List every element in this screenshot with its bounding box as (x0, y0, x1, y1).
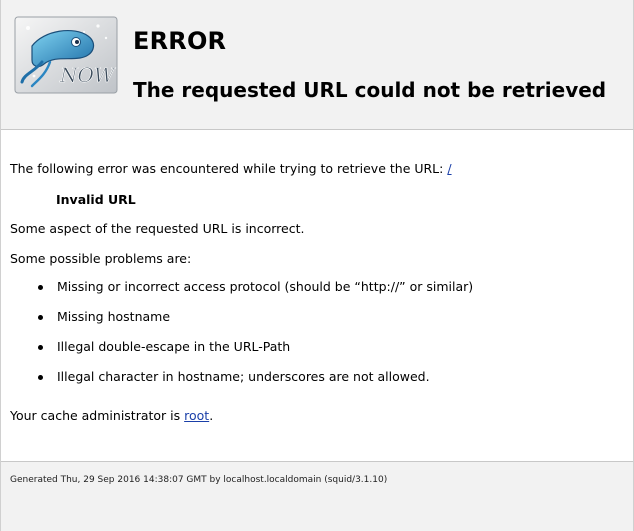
intro-text: The following error was encountered whil… (10, 161, 448, 176)
cache-admin-line: Your cache administrator is root. (10, 408, 213, 424)
list-item: Illegal double-escape in the URL-Path (36, 339, 473, 369)
error-description: Some aspect of the requested URL is inco… (10, 221, 305, 236)
svg-text:NOW: NOW (59, 63, 116, 87)
error-page: NOW ERROR The requested URL could not be… (0, 0, 634, 531)
error-name: Invalid URL (56, 192, 136, 207)
squid-logo-icon: NOW (14, 16, 118, 94)
list-item: Illegal character in hostname; underscor… (36, 369, 473, 399)
error-subtitle: The requested URL could not be retrieved (133, 78, 607, 102)
admin-text-end: . (209, 408, 214, 423)
list-item: Missing or incorrect access protocol (sh… (36, 279, 473, 309)
error-header: NOW ERROR The requested URL could not be… (1, 0, 633, 130)
list-item: Missing hostname (36, 309, 473, 339)
requested-url-link[interactable]: / (447, 161, 451, 176)
admin-text: Your cache administrator is (10, 408, 185, 423)
error-title: ERROR (133, 27, 227, 55)
error-footer: Generated Thu, 29 Sep 2016 14:38:07 GMT … (1, 462, 633, 531)
generated-info: Generated Thu, 29 Sep 2016 14:38:07 GMT … (10, 475, 388, 485)
problems-list: Missing or incorrect access protocol (sh… (36, 279, 473, 399)
error-intro: The following error was encountered whil… (10, 161, 452, 177)
admin-email-link[interactable]: root (184, 408, 209, 423)
problems-heading: Some possible problems are: (10, 251, 192, 266)
